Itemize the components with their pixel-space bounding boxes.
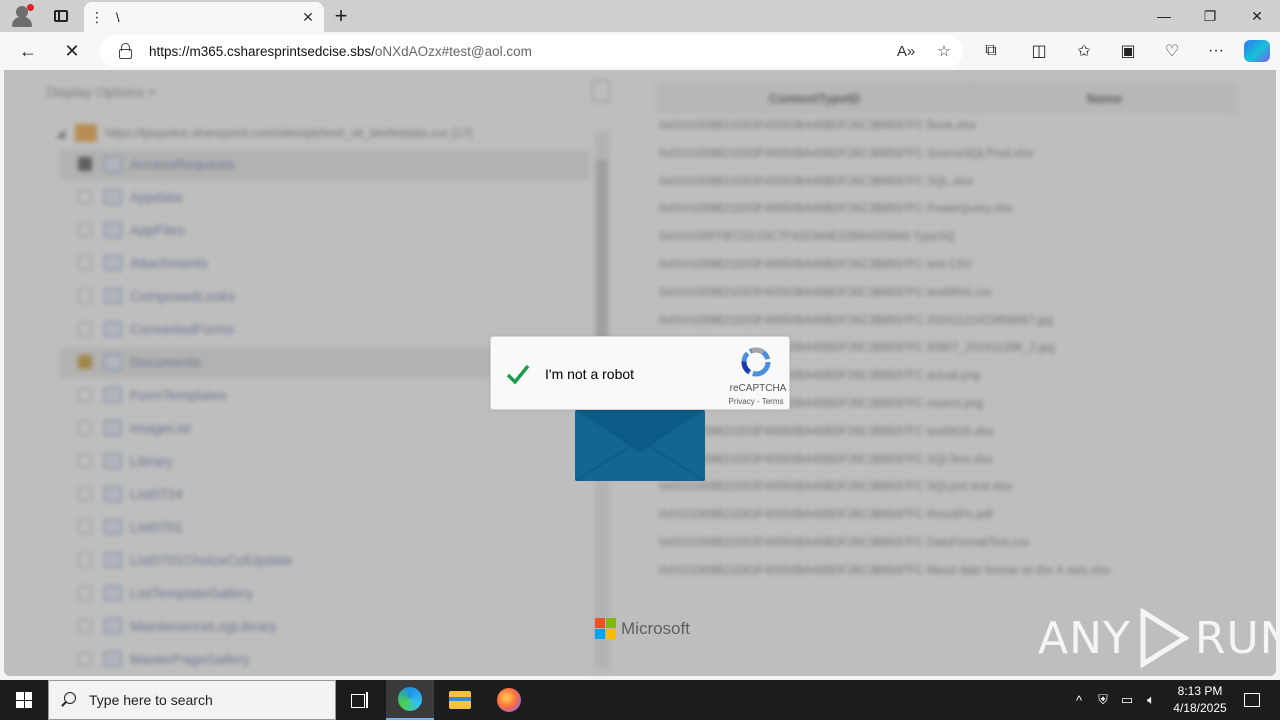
envelope-icon [575, 410, 705, 481]
favorites-icon[interactable]: ✩ [1066, 36, 1102, 66]
url-host: https://m365.csharesprintsedcise.sbs/ [149, 43, 375, 59]
page-viewport: Display Options ˅ ◢ https://ljaspotus.sh… [4, 70, 1276, 676]
notifications-button[interactable] [1234, 680, 1270, 720]
network-icon[interactable]: ▭ [1116, 680, 1138, 720]
window-minimize-button[interactable]: — [1141, 0, 1187, 32]
microsoft-squares-icon [595, 618, 616, 639]
browser-tab[interactable]: ⋮ \ ✕ [84, 2, 324, 32]
browser-toolbar: ← ✕ https://m365.csharesprintsedcise.sbs… [0, 32, 1280, 70]
split-screen-icon[interactable]: ◫ [1021, 36, 1057, 66]
tab-close-icon[interactable]: ✕ [296, 9, 320, 26]
security-tray-icon[interactable]: ⛨ [1092, 680, 1114, 720]
edge-taskbar-button[interactable] [386, 680, 434, 720]
task-view-button[interactable] [336, 680, 384, 720]
play-icon [1140, 608, 1189, 668]
recaptcha-widget[interactable]: I'm not a robot reCAPTCHA Privacy - Term… [490, 336, 790, 410]
tab-actions-icon[interactable] [48, 0, 74, 32]
notification-icon [1244, 693, 1260, 707]
taskbar: Type here to search ^ ⛨ ▭ 🔈︎ 8:13 PM 4/1… [0, 680, 1280, 720]
address-bar[interactable]: https://m365.csharesprintsedcise.sbs/oNX… [100, 35, 963, 67]
anyrun-watermark: ANY RUN [1038, 608, 1276, 668]
window-restore-button[interactable]: ❐ [1187, 0, 1233, 32]
recaptcha-privacy-terms[interactable]: Privacy - Terms [721, 397, 791, 406]
recaptcha-label: I'm not a robot [545, 366, 635, 382]
recaptcha-brand: reCAPTCHA [729, 383, 787, 394]
read-aloud-icon[interactable]: A» [887, 43, 925, 60]
checkmark-icon[interactable] [505, 361, 531, 387]
browser-essentials-icon[interactable]: ♡ [1154, 36, 1190, 66]
watermark-left: ANY [1038, 612, 1131, 664]
tab-title: \ [116, 9, 120, 25]
microsoft-logo: Microsoft [595, 618, 690, 639]
favorite-star-icon[interactable]: ☆ [925, 42, 963, 60]
edge-icon [398, 687, 422, 711]
microsoft-wordmark: Microsoft [621, 618, 690, 638]
windows-logo-icon [16, 692, 32, 708]
lock-icon[interactable] [118, 42, 134, 60]
tray-chevron-icon[interactable]: ^ [1068, 680, 1090, 720]
folder-icon [449, 691, 471, 709]
search-placeholder: Type here to search [89, 692, 213, 708]
search-icon [61, 692, 77, 708]
tab-menu-icon[interactable]: ⋮ [88, 9, 106, 26]
clock-date: 4/18/2025 [1173, 701, 1227, 715]
back-button[interactable]: ← [13, 36, 43, 66]
watermark-right: RUN [1194, 612, 1276, 664]
new-tab-button[interactable]: + [328, 0, 354, 32]
taskbar-search[interactable]: Type here to search [48, 680, 336, 720]
stop-loading-button[interactable]: ✕ [57, 36, 87, 66]
profile-icon[interactable] [8, 0, 36, 32]
copilot-icon[interactable] [1244, 40, 1270, 62]
start-button[interactable] [0, 680, 48, 720]
browser-titlebar: ⋮ \ ✕ + — ❐ ✕ [0, 0, 1280, 32]
url-path: oNXdAOzx#test@aol.com [374, 43, 532, 59]
task-view-icon [351, 692, 369, 708]
file-explorer-button[interactable] [436, 680, 484, 720]
firefox-taskbar-button[interactable] [485, 680, 533, 720]
system-clock[interactable]: 8:13 PM 4/18/2025 [1160, 683, 1240, 717]
window-close-button[interactable]: ✕ [1234, 0, 1280, 32]
collections-icon[interactable]: ▣ [1110, 36, 1146, 66]
more-icon[interactable]: ··· [1198, 36, 1234, 66]
firefox-icon [497, 688, 521, 712]
url-text[interactable]: https://m365.csharesprintsedcise.sbs/oNX… [149, 44, 887, 59]
clock-time: 8:13 PM [1177, 684, 1223, 698]
volume-icon[interactable]: 🔈︎ [1140, 680, 1162, 720]
extensions-icon[interactable]: ⧉ [973, 36, 1009, 66]
recaptcha-logo-icon [741, 347, 771, 377]
